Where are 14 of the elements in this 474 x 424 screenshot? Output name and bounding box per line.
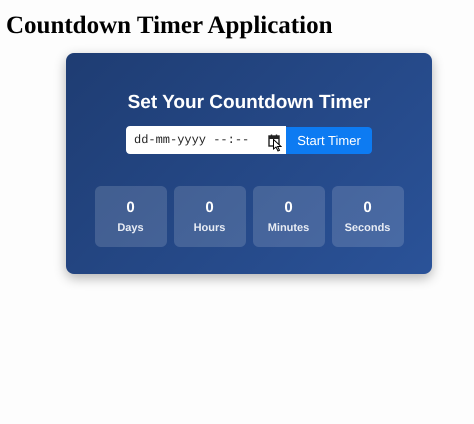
unit-label: Hours — [194, 222, 226, 234]
date-time-field[interactable]: dd-mm-yyyy --:-- — [126, 126, 286, 154]
page-title: Countdown Timer Application — [6, 12, 332, 40]
calendar-icon[interactable] — [268, 134, 280, 146]
unit-value: 0 — [126, 199, 135, 217]
unit-label: Days — [117, 222, 144, 234]
start-timer-button[interactable]: Start Timer — [286, 126, 372, 154]
unit-value: 0 — [363, 199, 372, 217]
pointer-cursor-icon — [273, 138, 282, 152]
unit-value: 0 — [284, 199, 293, 217]
unit-label: Seconds — [344, 222, 390, 234]
unit-value: 0 — [205, 199, 214, 217]
unit-label: Minutes — [268, 222, 310, 234]
card-title: Set Your Countdown Timer — [128, 92, 370, 114]
